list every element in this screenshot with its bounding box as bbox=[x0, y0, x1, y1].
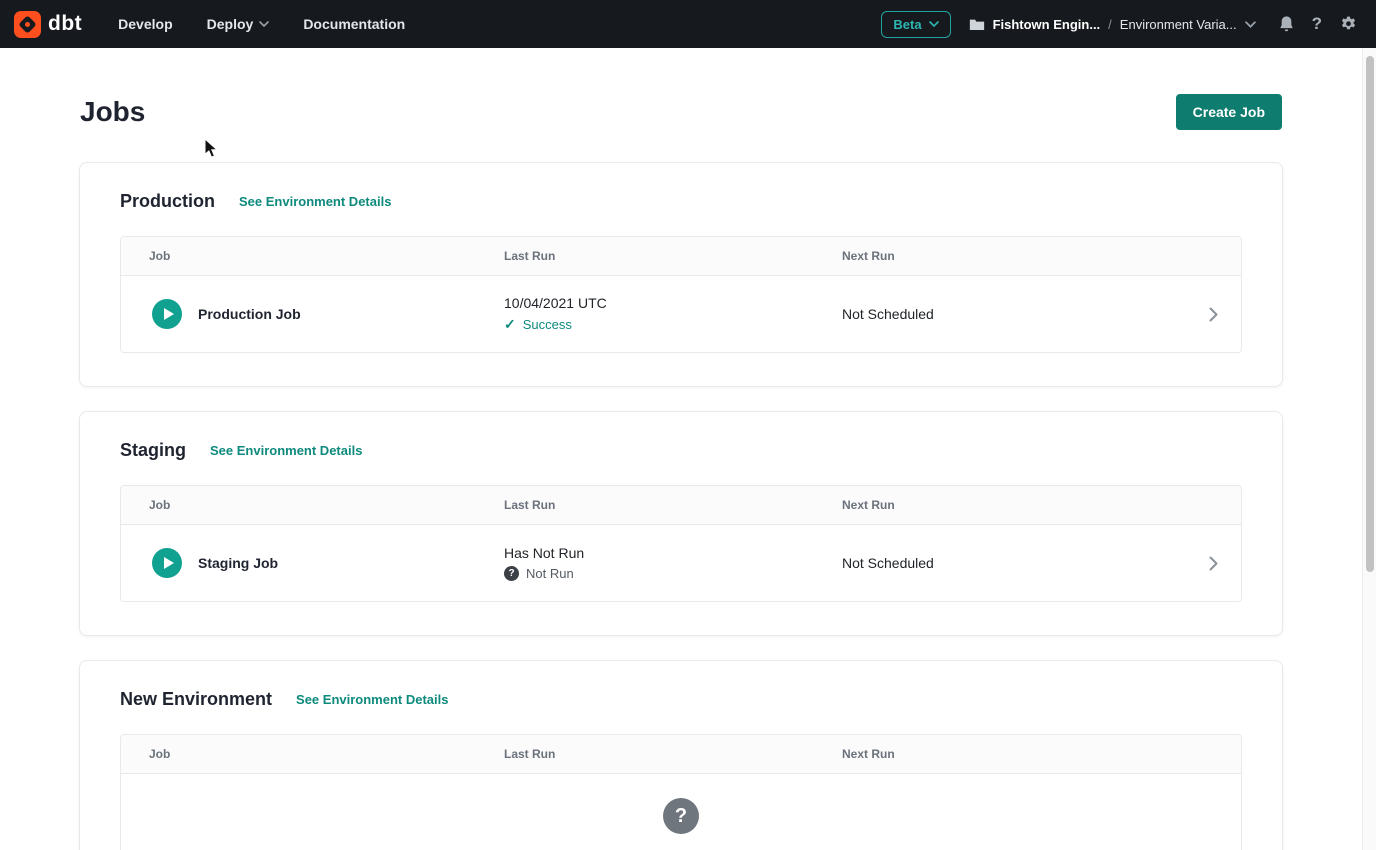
see-environment-details-link[interactable]: See Environment Details bbox=[296, 692, 448, 707]
breadcrumb-separator: / bbox=[1108, 17, 1112, 32]
nav-item-deploy[interactable]: Deploy bbox=[207, 16, 270, 32]
environment-name: Staging bbox=[120, 440, 186, 461]
job-table-header: Job Last Run Next Run bbox=[121, 237, 1241, 276]
page-title: Jobs bbox=[80, 96, 145, 128]
job-table: Job Last Run Next Run ? bbox=[120, 734, 1242, 850]
job-table-header: Job Last Run Next Run bbox=[121, 486, 1241, 525]
job-row-staging-job[interactable]: Staging Job Has Not Run ? Not Run Not Sc… bbox=[121, 525, 1241, 601]
last-run-status: ✓ Success bbox=[504, 316, 814, 333]
environment-name: Production bbox=[120, 191, 215, 212]
chevron-down-icon bbox=[929, 21, 939, 27]
job-cell: Production Job bbox=[121, 299, 476, 329]
job-row-production-job[interactable]: Production Job 10/04/2021 UTC ✓ Success … bbox=[121, 276, 1241, 352]
environment-card-new-environment: New Environment See Environment Details … bbox=[79, 660, 1283, 850]
last-run-status: ? Not Run bbox=[504, 566, 814, 581]
breadcrumb-project[interactable]: Fishtown Engin... bbox=[993, 17, 1101, 32]
run-job-play-icon[interactable] bbox=[152, 548, 182, 578]
column-header-job: Job bbox=[121, 498, 476, 512]
column-header-last-run: Last Run bbox=[476, 498, 814, 512]
settings-gear-icon[interactable] bbox=[1339, 15, 1358, 34]
last-run-date: Has Not Run bbox=[504, 545, 814, 561]
last-run-date: 10/04/2021 UTC bbox=[504, 295, 814, 311]
job-table-header: Job Last Run Next Run bbox=[121, 735, 1241, 774]
chevron-down-icon bbox=[259, 21, 269, 27]
chevron-right-icon bbox=[1209, 307, 1218, 322]
chevron-right-icon bbox=[1209, 556, 1218, 571]
breadcrumb-section[interactable]: Environment Varia... bbox=[1120, 17, 1237, 32]
job-name: Staging Job bbox=[198, 555, 278, 571]
page-header: Jobs Create Job bbox=[79, 94, 1283, 130]
chevron-down-icon bbox=[1245, 21, 1256, 28]
nav-item-develop[interactable]: Develop bbox=[118, 16, 172, 32]
dbt-logo-icon bbox=[14, 11, 41, 38]
next-run-cell: Not Scheduled bbox=[814, 555, 1185, 571]
column-header-job: Job bbox=[121, 747, 476, 761]
column-header-last-run: Last Run bbox=[476, 747, 814, 761]
folder-icon bbox=[969, 18, 985, 31]
project-breadcrumb[interactable]: Fishtown Engin... / Environment Varia... bbox=[969, 17, 1256, 32]
column-header-next-run: Next Run bbox=[814, 747, 1185, 761]
primary-nav: Develop Deploy Documentation bbox=[118, 16, 405, 32]
check-icon: ✓ bbox=[504, 316, 516, 333]
environment-header: Staging See Environment Details bbox=[120, 440, 1242, 461]
run-job-play-icon[interactable] bbox=[152, 299, 182, 329]
last-run-cell: 10/04/2021 UTC ✓ Success bbox=[476, 295, 814, 333]
jobs-page: Jobs Create Job Production See Environme… bbox=[79, 94, 1283, 850]
topbar-icons: ? bbox=[1278, 14, 1358, 34]
dbt-logo-text: dbt bbox=[48, 12, 82, 36]
see-environment-details-link[interactable]: See Environment Details bbox=[210, 443, 362, 458]
topbar-right: Beta Fishtown Engin... / Environment Var… bbox=[881, 11, 1358, 38]
job-name: Production Job bbox=[198, 306, 301, 322]
help-icon[interactable]: ? bbox=[1312, 14, 1322, 34]
empty-jobs-state: ? bbox=[121, 774, 1241, 850]
notifications-bell-icon[interactable] bbox=[1278, 15, 1295, 33]
column-header-next-run: Next Run bbox=[814, 249, 1185, 263]
last-run-cell: Has Not Run ? Not Run bbox=[476, 545, 814, 581]
status-label: Not Run bbox=[526, 566, 574, 581]
column-header-last-run: Last Run bbox=[476, 249, 814, 263]
vertical-scrollbar-track[interactable] bbox=[1362, 48, 1376, 850]
dbt-logo[interactable]: dbt bbox=[14, 11, 82, 38]
environment-header: Production See Environment Details bbox=[120, 191, 1242, 212]
column-header-job: Job bbox=[121, 249, 476, 263]
row-chevron[interactable] bbox=[1185, 307, 1241, 322]
status-label: Success bbox=[523, 317, 572, 332]
see-environment-details-link[interactable]: See Environment Details bbox=[239, 194, 391, 209]
column-header-next-run: Next Run bbox=[814, 498, 1185, 512]
vertical-scrollbar-thumb[interactable] bbox=[1366, 56, 1374, 572]
environment-card-production: Production See Environment Details Job L… bbox=[79, 162, 1283, 387]
question-circle-icon: ? bbox=[663, 798, 699, 834]
job-cell: Staging Job bbox=[121, 548, 476, 578]
create-job-button[interactable]: Create Job bbox=[1176, 94, 1282, 130]
environment-header: New Environment See Environment Details bbox=[120, 689, 1242, 710]
nav-item-documentation[interactable]: Documentation bbox=[303, 16, 405, 32]
row-chevron[interactable] bbox=[1185, 556, 1241, 571]
beta-badge[interactable]: Beta bbox=[881, 11, 950, 38]
question-circle-icon: ? bbox=[504, 566, 519, 581]
job-table: Job Last Run Next Run Staging Job Has No… bbox=[120, 485, 1242, 602]
environment-card-staging: Staging See Environment Details Job Last… bbox=[79, 411, 1283, 636]
job-table: Job Last Run Next Run Production Job 10/… bbox=[120, 236, 1242, 353]
top-navigation-bar: dbt Develop Deploy Documentation Beta Fi… bbox=[0, 0, 1376, 48]
environment-name: New Environment bbox=[120, 689, 272, 710]
next-run-cell: Not Scheduled bbox=[814, 306, 1185, 322]
